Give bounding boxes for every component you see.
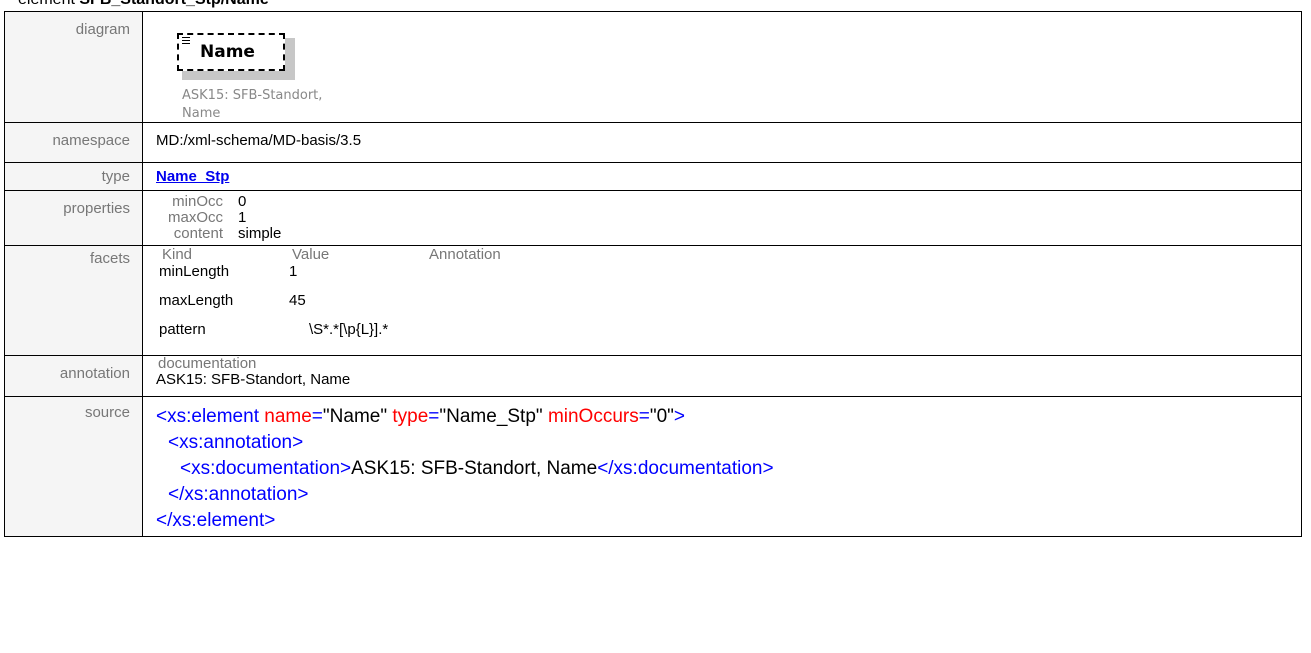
annotation-value-cell: documentation ASK15: SFB-Standort, Name (142, 355, 1302, 397)
source-label-cell: source (4, 396, 143, 537)
diagram-label: diagram (75, 21, 130, 38)
facet-kind: minLength (159, 263, 230, 280)
diagram-cell: Name ASK15: SFB-Standort, Name (142, 11, 1302, 123)
xml-attr-value: "0" (649, 406, 674, 427)
diagram-label-cell: diagram (4, 11, 143, 123)
facets-header-value: Value (292, 246, 330, 263)
xml-tag: </xs:documentation> (597, 458, 774, 479)
facet-row: minLength 1 (159, 263, 1301, 280)
facet-value: 45 (289, 292, 306, 309)
element-diagram: Name ASK15: SFB-Standort, Name (156, 12, 1301, 122)
property-value: simple (238, 225, 282, 242)
xml-attr-name: type (392, 406, 429, 427)
annotation-lines-icon (182, 37, 190, 45)
row-type: type Name_Stp (4, 162, 1302, 191)
namespace-label-cell: namespace (4, 122, 143, 163)
namespace-value: MD:/xml-schema/MD-basis/3.5 (156, 132, 362, 149)
xml-text: ASK15: SFB-Standort, Name (351, 458, 598, 479)
node-box: Name (177, 33, 285, 71)
facets-label: facets (89, 250, 130, 267)
property-key: minOcc (172, 193, 223, 210)
property-key: maxOcc (167, 209, 223, 226)
properties-value-cell: minOcc 0 maxOcc 1 content simple (142, 190, 1302, 246)
facets-value-cell: Kind Value Annotation minLength 1 maxLen… (142, 245, 1302, 356)
annotation-sublabel: documentation (158, 355, 257, 372)
facet-value: 1 (289, 263, 298, 280)
facets-label-cell: facets (4, 245, 143, 356)
facet-row: maxLength 45 (159, 292, 1301, 309)
heading-prefix: element (18, 0, 79, 8)
properties-label: properties (63, 200, 130, 217)
properties-label-cell: properties (4, 190, 143, 246)
xml-attr-name: minOccurs (547, 406, 639, 427)
xml-tag-close: > (673, 406, 686, 427)
property-key: content (173, 225, 223, 242)
page-heading: element SFB_Standort_Stp/Name (18, 0, 269, 9)
type-label-cell: type (4, 162, 143, 191)
source-code: <xs:element name="Name" type="Name_Stp" … (156, 397, 1301, 536)
xml-tag: <xs:annotation> (168, 432, 304, 453)
xml-tag: <xs:documentation> (180, 458, 352, 479)
row-namespace: namespace MD:/xml-schema/MD-basis/3.5 (4, 122, 1302, 163)
properties-list: minOcc 0 maxOcc 1 content simple (156, 191, 1301, 242)
facets-header-annotation: Annotation (429, 246, 501, 263)
diagram-node[interactable]: Name (177, 33, 295, 80)
schema-doc-table: diagram Name ASK15: SFB-Standort, Name n… (4, 11, 1302, 537)
row-source: source <xs:element name="Name" type="Nam… (4, 396, 1302, 537)
xml-tag: <xs:element (156, 406, 259, 427)
property-value: 0 (238, 193, 247, 210)
namespace-label: namespace (52, 132, 130, 149)
source-label: source (84, 404, 130, 421)
annotation-label-cell: annotation (4, 355, 143, 397)
row-annotation: annotation documentation ASK15: SFB-Stan… (4, 355, 1302, 397)
facets-header-kind: Kind (162, 246, 193, 263)
facets-header: Kind Value Annotation (162, 246, 1301, 263)
annotation-label: annotation (59, 365, 130, 382)
row-properties: properties minOcc 0 maxOcc 1 content sim… (4, 190, 1302, 246)
annotation-text: ASK15: SFB-Standort, Name (156, 371, 351, 388)
node-documentation: ASK15: SFB-Standort, Name (182, 88, 323, 121)
type-value-cell: Name_Stp (142, 162, 1302, 191)
namespace-value-cell: MD:/xml-schema/MD-basis/3.5 (142, 122, 1302, 163)
xml-tag: </xs:annotation> (168, 484, 309, 505)
type-label: type (101, 168, 130, 185)
xml-tag: </xs:element> (156, 510, 276, 531)
facet-kind: maxLength (159, 292, 234, 309)
type-link[interactable]: Name_Stp (156, 168, 229, 185)
source-line: <xs:annotation> (156, 430, 1301, 456)
heading-element-path: SFB_Standort_Stp/Name (79, 0, 268, 8)
source-line: <xs:documentation>ASK15: SFB-Standort, N… (156, 456, 1301, 482)
xml-attr-name: name (264, 406, 312, 427)
facet-row: pattern \S*.*[\p{L}].* (159, 321, 1301, 338)
row-diagram: diagram Name ASK15: SFB-Standort, Name (4, 11, 1302, 123)
source-line: </xs:annotation> (156, 482, 1301, 508)
facet-kind: pattern (159, 321, 206, 338)
node-name: Name (200, 42, 255, 62)
source-line: </xs:element> (156, 508, 1301, 534)
source-value-cell: <xs:element name="Name" type="Name_Stp" … (142, 396, 1302, 537)
xml-attr-value: "Name" (322, 406, 388, 427)
xml-attr-value: "Name_Stp" (439, 406, 543, 427)
source-line: <xs:element name="Name" type="Name_Stp" … (156, 406, 686, 427)
property-value: 1 (238, 209, 247, 226)
facet-value: \S*.*[\p{L}].* (309, 321, 389, 338)
row-facets: facets Kind Value Annotation minLength 1… (4, 245, 1302, 356)
